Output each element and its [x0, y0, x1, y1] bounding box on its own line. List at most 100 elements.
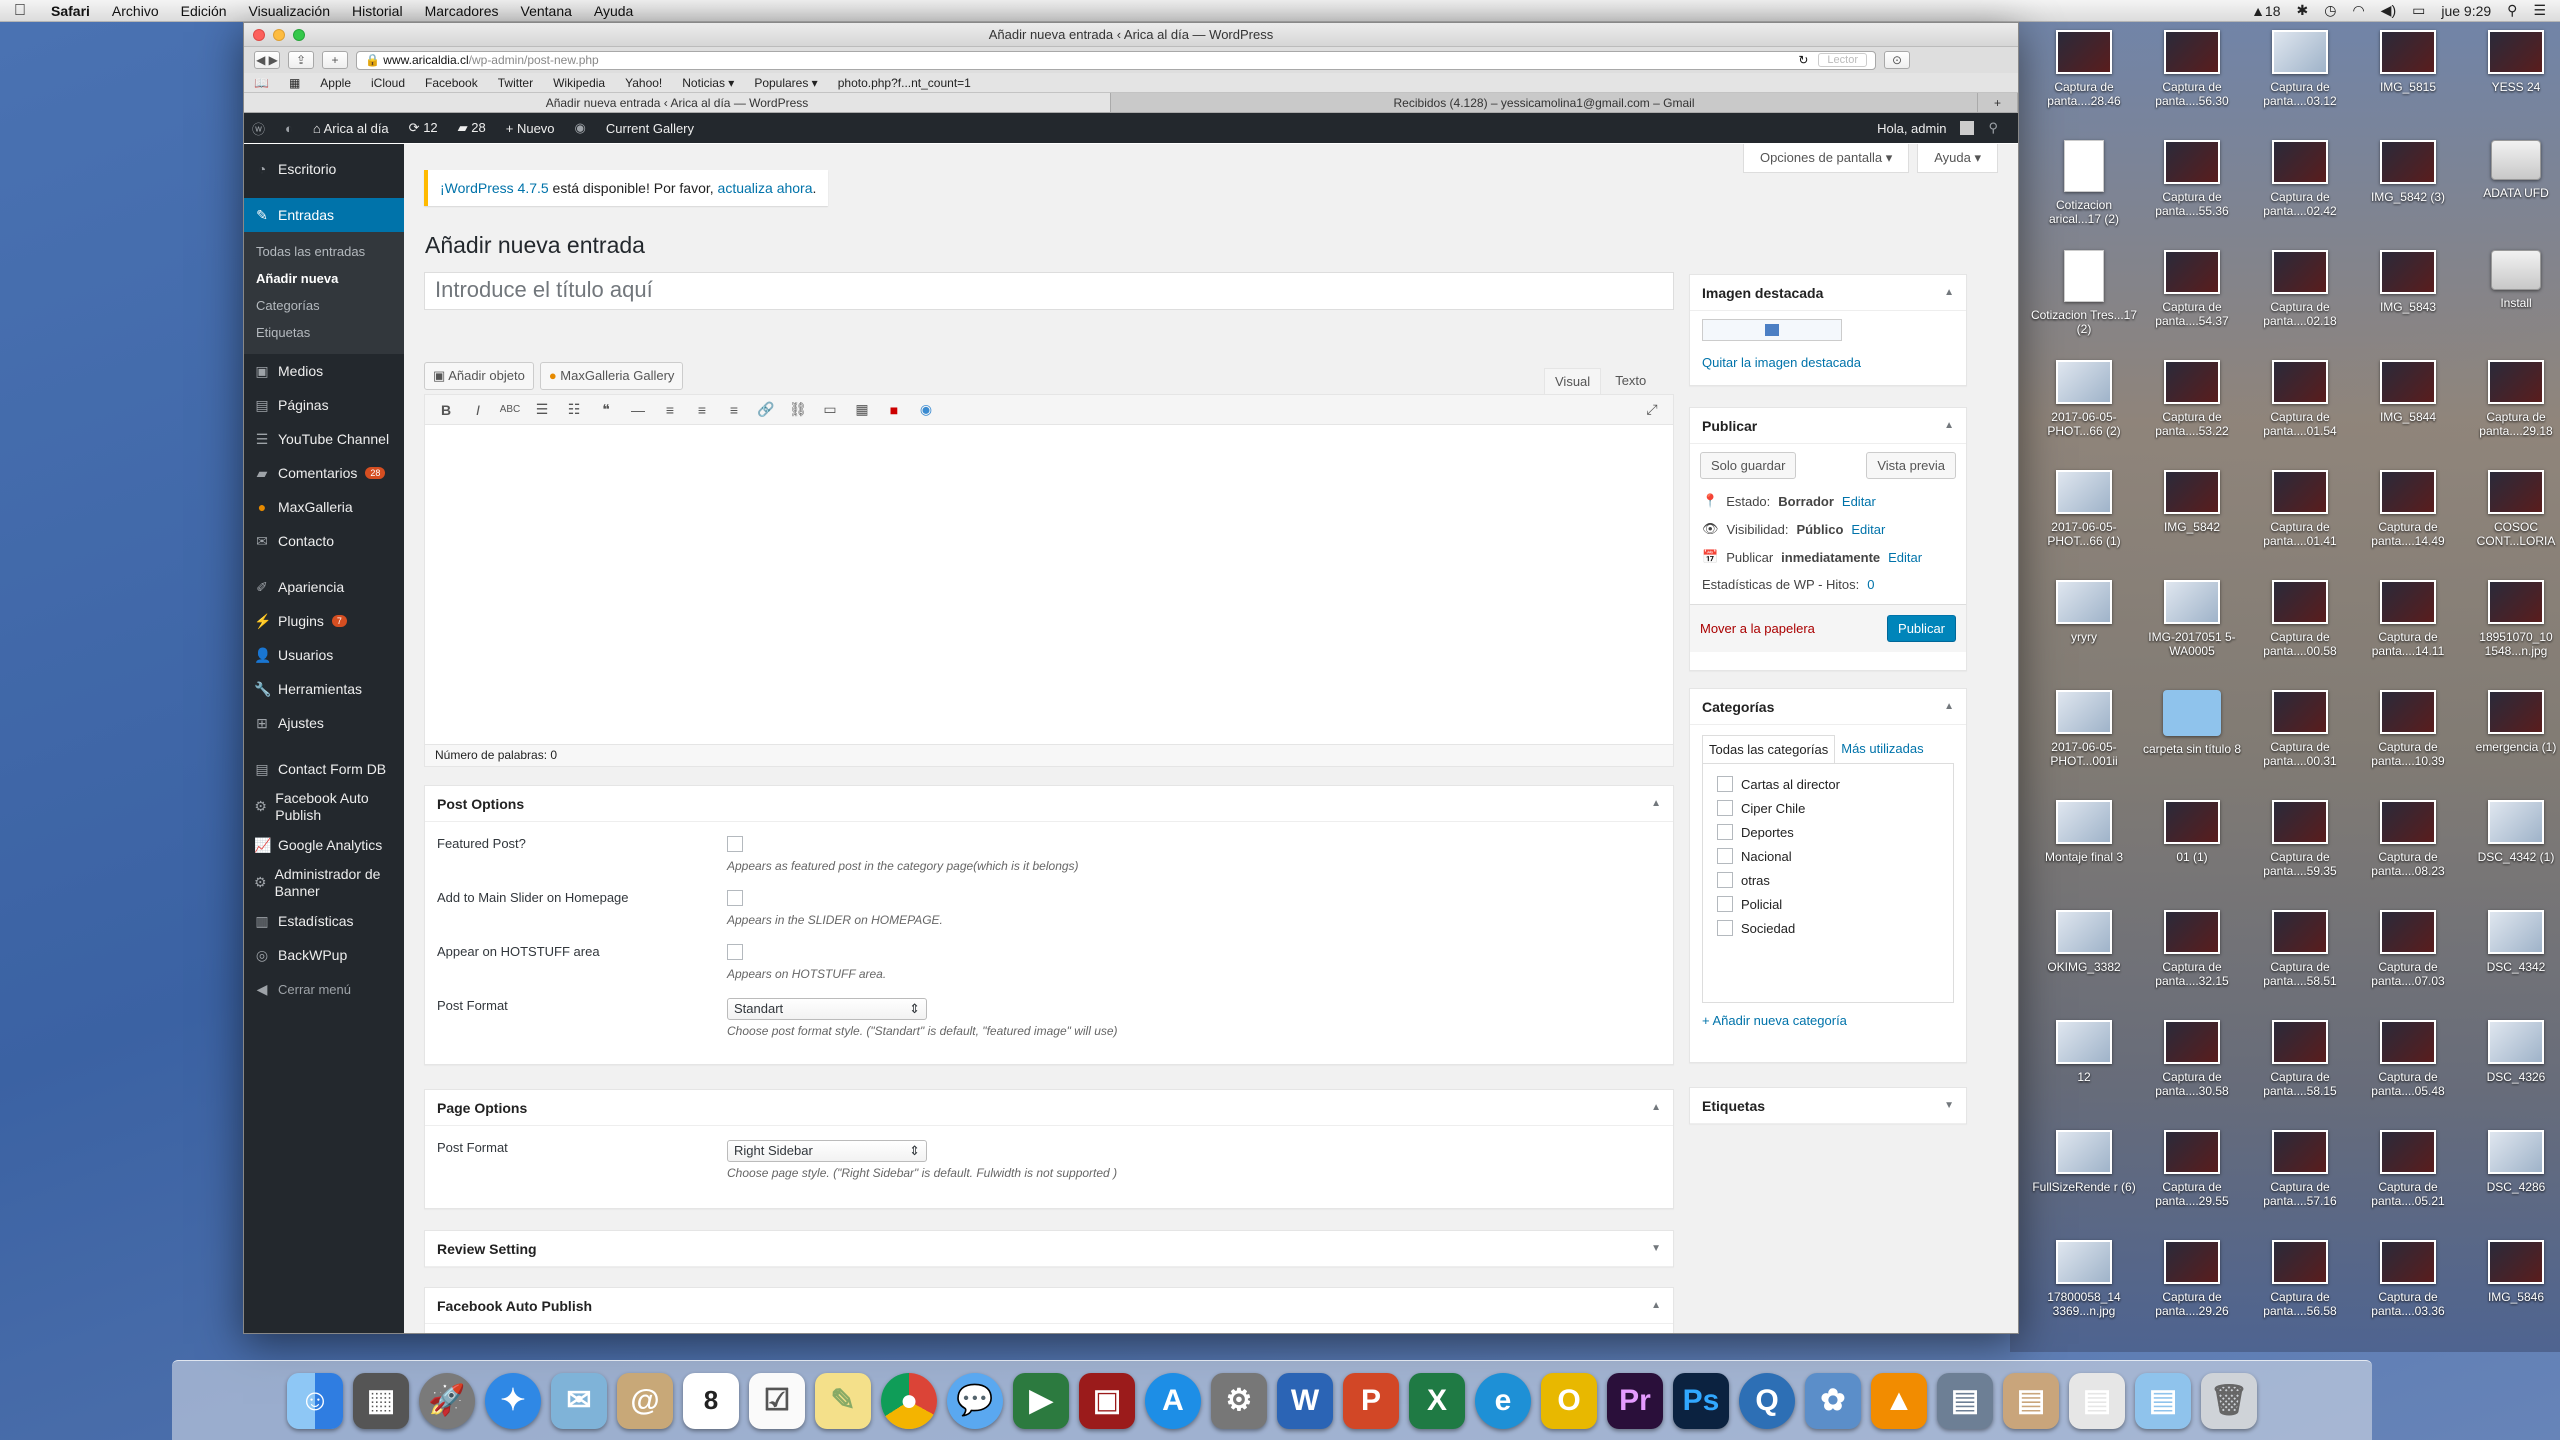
strikethrough-icon[interactable]: ABC — [497, 404, 523, 415]
help-button[interactable]: Ayuda ▾ — [1917, 144, 1998, 173]
collapse-arrow-icon[interactable]: ▲ — [1944, 701, 1954, 712]
desktop-file-icon[interactable]: Captura de panta....05.48 — [2354, 1020, 2462, 1130]
tab-all-categories[interactable]: Todas las categorías — [1702, 735, 1836, 763]
desktop-file-icon[interactable]: YESS 24 — [2462, 30, 2560, 140]
bookmark-wikipedia[interactable]: Wikipedia — [553, 76, 605, 90]
desktop-file-icon[interactable]: yryry — [2030, 580, 2138, 690]
apple-menu-icon[interactable]:  — [0, 2, 40, 20]
submenu-categorias[interactable]: Categorías — [244, 292, 404, 319]
post-title-input[interactable]: Introduce el título aquí — [424, 272, 1674, 310]
category-item[interactable]: Nacional — [1717, 844, 1939, 868]
messages-icon[interactable]: 💬 — [947, 1372, 1003, 1429]
internet-explorer-icon[interactable]: e — [1475, 1372, 1531, 1429]
downloads-stack-icon[interactable]: ▤ — [1937, 1372, 1993, 1429]
shortcode-icon[interactable]: ■ — [881, 402, 907, 418]
desktop-file-icon[interactable]: OKIMG_3382 — [2030, 910, 2138, 1020]
launchpad-icon[interactable]: 🚀 — [419, 1372, 475, 1429]
bold-icon[interactable]: B — [433, 402, 459, 418]
main-slider-checkbox[interactable] — [727, 890, 743, 906]
desktop-file-icon[interactable]: emergencia (1) — [2462, 690, 2560, 800]
desktop-file-icon[interactable]: 18951070_10 1548...n.jpg — [2462, 580, 2560, 690]
category-item[interactable]: Cartas al director — [1717, 772, 1939, 796]
save-draft-button[interactable]: Solo guardar — [1700, 452, 1797, 479]
menu-marcadores[interactable]: Marcadores — [414, 3, 510, 19]
reading-list-icon[interactable]: 📖 — [254, 76, 269, 90]
post-options-header[interactable]: Post Options ▲ — [425, 786, 1673, 822]
desktop-file-icon[interactable]: 2017-06-05-PHOT...66 (1) — [2030, 470, 2138, 580]
remove-featured-image-link[interactable]: Quitar la imagen destacada — [1702, 355, 1861, 370]
desktop-file-icon[interactable]: Captura de panta....56.30 — [2138, 30, 2246, 140]
tab-most-used[interactable]: Más utilizadas — [1835, 735, 1929, 763]
desktop-file-icon[interactable]: 01 (1) — [2138, 800, 2246, 910]
sidebar-item-analytics[interactable]: 📈 Google Analytics — [244, 828, 404, 862]
desktop-file-icon[interactable]: COSOC CONT...LORIA — [2462, 470, 2560, 580]
review-setting-header[interactable]: Review Setting ▼ — [425, 1231, 1673, 1267]
notification-center-icon[interactable]: ☰ — [2533, 2, 2546, 19]
align-left-icon[interactable]: ≡ — [657, 402, 683, 418]
bookmark-apple[interactable]: Apple — [320, 76, 351, 90]
expand-arrow-icon[interactable]: ▼ — [1944, 1100, 1954, 1111]
desktop-file-icon[interactable]: Captura de panta....30.58 — [2138, 1020, 2246, 1130]
bookmark-icloud[interactable]: iCloud — [371, 76, 405, 90]
desktop-file-icon[interactable]: Captura de panta....05.21 — [2354, 1130, 2462, 1240]
facebook-auto-publish-header[interactable]: Facebook Auto Publish ▲ — [425, 1288, 1673, 1324]
desktop-file-icon[interactable]: DSC_4342 — [2462, 910, 2560, 1020]
wifi-icon[interactable]: ◠ — [2352, 2, 2364, 19]
desktop-file-icon[interactable]: Install — [2462, 250, 2560, 360]
back-forward-button[interactable]: ◀ ▶ — [254, 51, 280, 69]
sidebar-item-usuarios[interactable]: 👤 Usuarios — [244, 638, 404, 672]
adminbar-site[interactable]: ⌂ Arica al día — [313, 121, 389, 136]
desktop-file-icon[interactable]: Captura de panta....01.41 — [2246, 470, 2354, 580]
app-store-icon[interactable]: A — [1145, 1372, 1201, 1429]
publish-header[interactable]: Publicar ▲ — [1690, 408, 1966, 444]
desktop-file-icon[interactable]: IMG-2017051 5-WA0005 — [2138, 580, 2246, 690]
adminbar-new[interactable]: + Nuevo — [506, 121, 555, 136]
category-checkbox[interactable] — [1717, 920, 1733, 936]
downloads-button[interactable]: ⊙ — [1884, 51, 1910, 69]
adminbar-greeting[interactable]: Hola, admin — [1877, 121, 1946, 136]
desktop-file-icon[interactable]: FullSizeRende r (6) — [2030, 1130, 2138, 1240]
bookmark-facebook[interactable]: Facebook — [425, 76, 478, 90]
publish-button[interactable]: Publicar — [1887, 615, 1956, 642]
desktop-file-icon[interactable]: 12 — [2030, 1020, 2138, 1130]
edit-status-link[interactable]: Editar — [1842, 494, 1876, 509]
menu-edicion[interactable]: Edición — [170, 3, 238, 19]
horizontal-line-icon[interactable]: — — [625, 402, 651, 418]
desktop-file-icon[interactable]: IMG_5842 (3) — [2354, 140, 2462, 250]
desktop-file-icon[interactable]: Captura de panta....00.58 — [2246, 580, 2354, 690]
desktop-file-icon[interactable]: Captura de panta....03.36 — [2354, 1240, 2462, 1350]
bookmark-photo[interactable]: photo.php?f...nt_count=1 — [838, 76, 971, 90]
submenu-todas[interactable]: Todas las entradas — [244, 238, 404, 265]
menu-archivo[interactable]: Archivo — [101, 3, 170, 19]
word-icon[interactable]: W — [1277, 1372, 1333, 1429]
italic-icon[interactable]: I — [465, 402, 491, 418]
sidebar-item-estadisticas[interactable]: ▥ Estadísticas — [244, 904, 404, 938]
desktop-file-icon[interactable]: DSC_4286 — [2462, 1130, 2560, 1240]
battery-icon[interactable]: ▭ — [2412, 2, 2425, 19]
top-sites-icon[interactable]: ▦ — [289, 76, 300, 90]
collapse-arrow-icon[interactable]: ▲ — [1651, 798, 1661, 809]
toolbar-toggle-icon[interactable]: ▦ — [849, 401, 875, 418]
recent-stack-icon[interactable]: ▤ — [2069, 1372, 2125, 1429]
desktop-file-icon[interactable]: ADATA UFD — [2462, 140, 2560, 250]
category-item[interactable]: otras — [1717, 868, 1939, 892]
status-indicator[interactable]: ▲18 — [2251, 3, 2280, 19]
maxgalleria-button[interactable]: ● MaxGalleria Gallery — [539, 362, 684, 390]
bookmark-noticias[interactable]: Noticias ▾ — [682, 76, 734, 90]
desktop-file-icon[interactable]: Captura de panta....08.23 — [2354, 800, 2462, 910]
powerpoint-icon[interactable]: P — [1343, 1372, 1399, 1429]
screen-options-button[interactable]: Opciones de pantalla ▾ — [1742, 144, 1910, 173]
update-now-link[interactable]: actualiza ahora — [718, 180, 813, 196]
tab-visual[interactable]: Visual — [1544, 368, 1602, 394]
desktop-file-icon[interactable]: Captura de panta....57.16 — [2246, 1130, 2354, 1240]
desktop-file-icon[interactable]: IMG_5815 — [2354, 30, 2462, 140]
facetime-icon[interactable]: ▶ — [1013, 1372, 1069, 1429]
numbered-list-icon[interactable]: ☷ — [561, 401, 587, 418]
category-item[interactable]: Policial — [1717, 892, 1939, 916]
desktop-file-icon[interactable]: Captura de panta....02.18 — [2246, 250, 2354, 360]
time-machine-icon[interactable]: ◷ — [2324, 2, 2336, 19]
add-tab-button[interactable]: + — [1978, 93, 2018, 112]
desktop-file-icon[interactable]: 17800058_14 3369...n.jpg — [2030, 1240, 2138, 1350]
reader-button[interactable]: Lector — [1818, 53, 1867, 67]
notes-icon[interactable]: ✎ — [815, 1372, 871, 1429]
